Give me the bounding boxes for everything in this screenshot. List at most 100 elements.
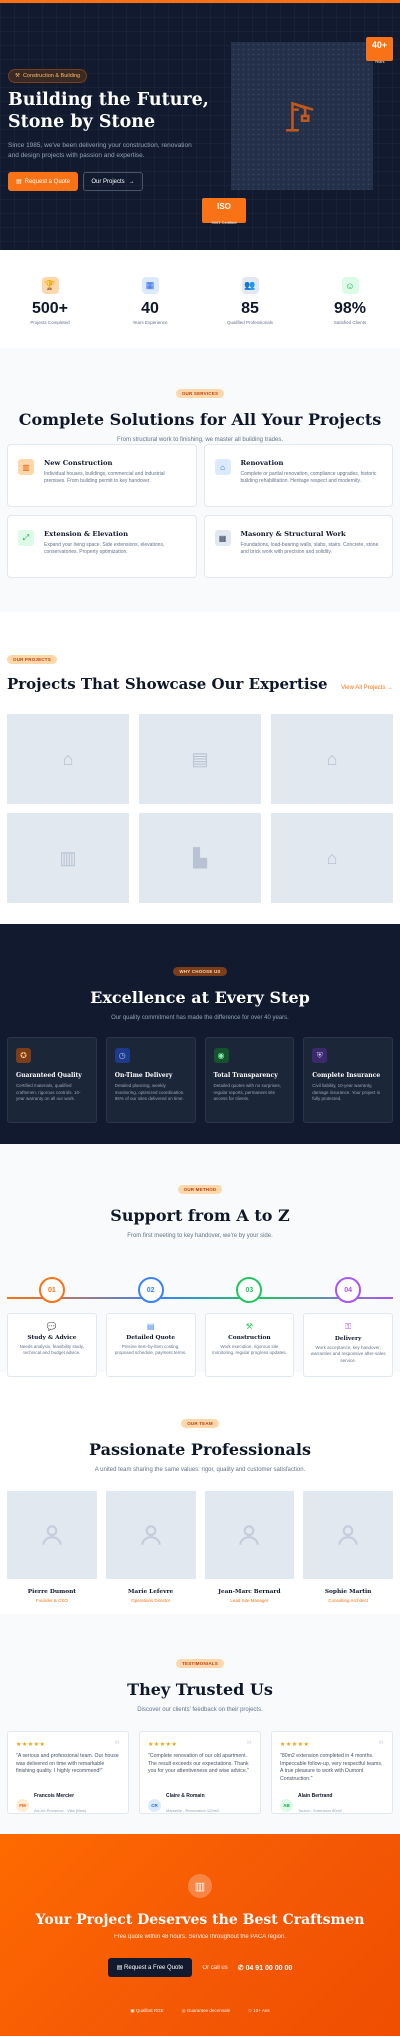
service-desc: Individual houses, buildings, commercial… — [44, 471, 165, 484]
smile-icon: ☺ — [341, 277, 359, 294]
brick-icon: ▦ — [214, 530, 231, 546]
hero-title-line2: Stone by Stone — [8, 112, 156, 132]
arrow-right-icon: → — [387, 685, 393, 691]
project-card[interactable]: ▤ — [139, 714, 261, 804]
clock-icon: ◷ — [114, 1048, 130, 1063]
section-pill: WHY CHOOSE US — [173, 967, 227, 976]
section-title: They Trusted Us — [127, 1680, 273, 1699]
section-subtitle: Our quality commitment has made the diff… — [111, 1015, 289, 1021]
stat-label: Qualified Professionals — [226, 320, 274, 325]
author-name: Francois Mercier — [34, 1793, 75, 1799]
member-name: Sophie Martin — [324, 1589, 372, 1595]
section-pill: OUR METHOD — [177, 1185, 223, 1194]
star-icon: ✩ — [248, 2008, 252, 2013]
feature-card: ✪ Guaranteed Quality Certified materials… — [7, 1037, 97, 1123]
section-pill: OUR TEAM — [181, 1419, 219, 1428]
step-desc: Needs analysis, feasibility study, techn… — [19, 1344, 85, 1356]
member-name: Pierre Dumont — [27, 1589, 76, 1595]
years-badge: 40+ Years — [366, 37, 393, 64]
testimonial-text: "80m2 extension completed in 4 months. I… — [280, 1753, 383, 1782]
avatar — [303, 1491, 393, 1579]
years-value: 40+ — [371, 40, 388, 50]
expand-icon: ⤢ — [18, 530, 34, 546]
member-name: Jean-Marc Bernard — [218, 1589, 281, 1595]
section-pill: TESTIMONIALS — [176, 1659, 224, 1668]
hero-badge-text: Construction & Building — [22, 73, 81, 79]
hero-image — [231, 42, 373, 190]
our-projects-button[interactable]: Our Projects → — [83, 172, 143, 191]
step-number: 03 — [236, 1277, 263, 1303]
author-project: Aix-en-Provence - Villa (New) — [34, 1808, 87, 1813]
stat-value: 85 — [241, 300, 259, 317]
author-project: Toulon - Extension 80m2 — [298, 1808, 343, 1813]
step-number: 04 — [335, 1277, 362, 1303]
document-icon: ▤ — [15, 179, 22, 185]
service-card[interactable]: ▦ Masonry & Structural Work Foundations,… — [203, 515, 393, 578]
section-subtitle: From structural work to finishing, we ma… — [116, 437, 284, 443]
step-title: Delivery — [334, 1336, 362, 1342]
cta-feature-label: 10+ Ans — [253, 2008, 270, 2013]
section-title: Projects That Showcase Our Expertise — [7, 675, 328, 693]
feature-title: Complete Insurance — [312, 1072, 381, 1079]
avatar — [105, 1491, 196, 1579]
section-title: Passionate Professionals — [89, 1440, 311, 1459]
our-projects-label: Our Projects — [91, 178, 125, 185]
section-title: Support from A to Z — [110, 1206, 290, 1225]
person-icon — [140, 1525, 161, 1545]
feature-desc: Civil liability, 10-year warranty, damag… — [312, 1083, 381, 1101]
testimonial-card: ★★★★★ ❝ "80m2 extension completed in 4 m… — [271, 1731, 393, 1814]
cta-feature: ◎ Guarantee decennale — [182, 2008, 231, 2014]
member-role: Founder & CEO — [35, 1598, 68, 1603]
avatar: AB — [280, 1798, 293, 1812]
step-number: 02 — [137, 1277, 164, 1303]
iso-title: ISO — [217, 202, 231, 211]
tools-icon: ⚒ — [245, 1322, 253, 1331]
step-title: Detailed Quote — [126, 1335, 176, 1341]
stat-value: 500+ — [31, 300, 69, 317]
stat-label: Years Experience — [132, 320, 168, 325]
cta-subtitle: Free quote within 48 hours. Service thro… — [114, 1934, 286, 1940]
stat-item: 🏆 500+ Projects Completed — [10, 277, 90, 348]
service-card[interactable]: ⌂ Renovation Complete or partial renovat… — [203, 444, 393, 507]
service-card[interactable]: ▥ New Construction Individual houses, bu… — [7, 444, 197, 507]
building-icon: ▥ — [18, 459, 34, 475]
cta-feature-label: Guarantee decennale — [186, 2008, 231, 2013]
building-icon: ▥ — [59, 847, 77, 868]
author-name: Claire & Romain — [166, 1793, 205, 1799]
testimonial-card: ★★★★★ ❝ "Complete renovation of our old … — [139, 1731, 261, 1814]
project-card[interactable]: ▥ — [7, 813, 129, 903]
cta-section: ▥ Your Project Deserves the Best Craftsm… — [0, 1834, 400, 2036]
view-all-label: View All Projects — [341, 685, 386, 691]
stat-item: ▦ 40 Years Experience — [110, 277, 190, 348]
service-card[interactable]: ⤢ Extension & Elevation Expand your livi… — [7, 515, 197, 578]
check-circle-icon: ◎ — [181, 2008, 186, 2013]
request-quote-button[interactable]: ▤ Request a Quote — [8, 172, 78, 191]
process-step: 04 ⚿ Delivery Work acceptance, key hando… — [303, 1274, 393, 1377]
process-section: OUR METHOD Support from A to Z From firs… — [0, 1144, 400, 1377]
view-all-projects-link[interactable]: View All Projects → — [341, 685, 393, 691]
section-subtitle: From first meeting to key handover, we'r… — [127, 1233, 273, 1239]
document-icon: ▤ — [146, 1322, 155, 1331]
cta-feature-label: Qualibat RGE — [135, 2008, 164, 2013]
hammer-icon: ⚒ — [15, 73, 20, 79]
team-member: Pierre Dumont Founder & CEO — [7, 1491, 97, 1603]
projects-section: OUR PROJECTS Projects That Showcase Our … — [0, 612, 400, 924]
team-member: Marie Lefevre Operations Director — [105, 1491, 196, 1603]
factory-icon: ▙ — [193, 847, 207, 868]
project-card[interactable]: ⌂ — [271, 714, 393, 804]
phone-link[interactable]: ✆ 04 91 00 00 00 — [238, 1964, 293, 1972]
section-subtitle: A united team sharing the same values: r… — [94, 1467, 306, 1473]
step-title: Construction — [228, 1335, 271, 1341]
stat-label: Projects Completed — [30, 320, 70, 325]
project-card[interactable]: ▙ — [139, 813, 261, 903]
service-desc: Complete or partial renovation, complian… — [240, 471, 377, 484]
quote-icon: ❝ — [378, 1739, 384, 1751]
project-card[interactable]: ⌂ — [271, 813, 393, 903]
section-title: Excellence at Every Step — [90, 988, 310, 1007]
project-card[interactable]: ⌂ — [7, 714, 129, 804]
feature-desc: Detailed quotes with no surprises, regul… — [213, 1083, 282, 1101]
member-role: Lead Site Manager — [230, 1598, 269, 1603]
stat-item: ☺ 98% Satisfied Clients — [310, 277, 390, 348]
free-quote-button[interactable]: ▤ Request a Free Quote — [107, 1958, 193, 1977]
free-quote-label: Request a Free Quote — [124, 1965, 184, 1971]
